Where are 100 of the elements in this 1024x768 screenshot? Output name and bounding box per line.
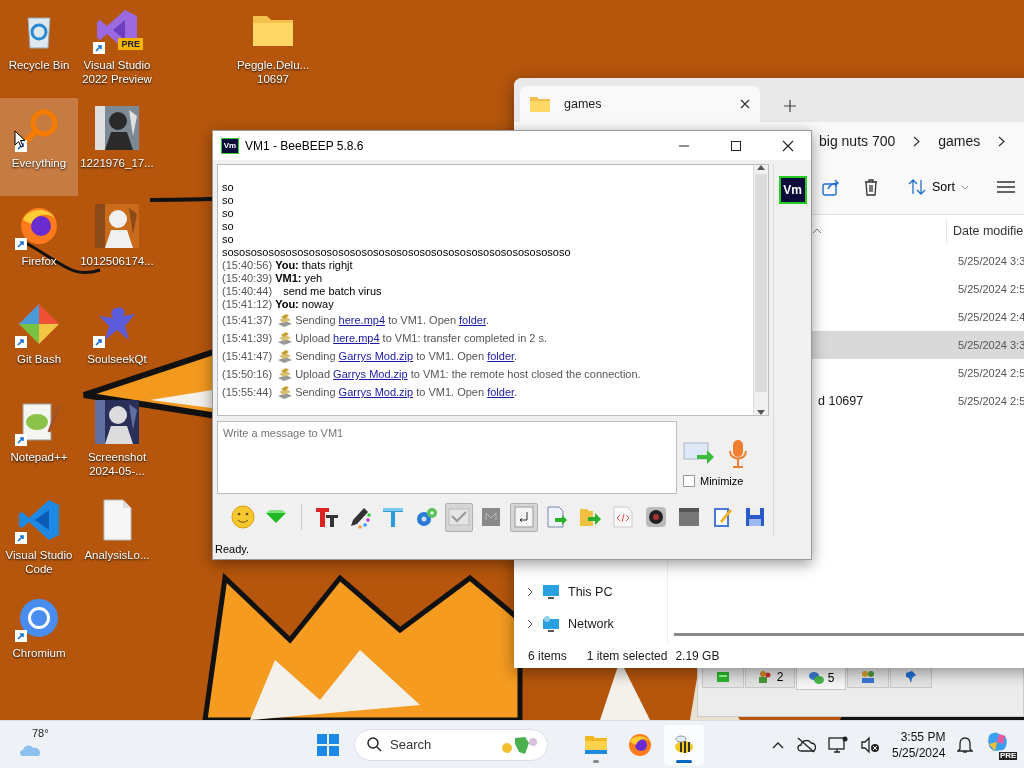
- file-row[interactable]: 5/25/2024 3:3: [812, 331, 1024, 359]
- file-link[interactable]: folder: [487, 386, 515, 398]
- file-row[interactable]: 5/25/2024 3:3: [812, 247, 1024, 275]
- speaker-muted-icon[interactable]: [860, 735, 880, 754]
- chat-text: so: [222, 207, 235, 220]
- date-cell: 5/25/2024 2:5: [958, 367, 1024, 379]
- chat-text: so: [222, 220, 235, 233]
- file-row[interactable]: 5/25/2024 2:5: [812, 275, 1024, 303]
- timestamp: (15:41:47): [222, 349, 273, 364]
- window-icon: [677, 505, 702, 529]
- panel-tab[interactable]: [890, 666, 932, 688]
- message-field[interactable]: Write a message to VM1: [217, 421, 677, 494]
- badge-label: PRE: [118, 38, 143, 50]
- timestamp: (15:41:12): [222, 298, 273, 310]
- system-message: Sending here.mp4 to VM1. Open folder.: [295, 313, 490, 328]
- scrollbar[interactable]: [753, 165, 768, 415]
- maximize-icon: [730, 139, 742, 152]
- chat-text: so: [222, 181, 235, 194]
- microphone-icon[interactable]: [727, 439, 749, 469]
- file-stack-icon: [276, 348, 293, 364]
- copilot-button[interactable]: PRE: [985, 729, 1018, 760]
- file-row[interactable]: 5/25/2024 2:5: [812, 359, 1024, 387]
- caret-icon: [960, 184, 969, 190]
- desktop-item[interactable]: 1012506174...: [78, 196, 156, 294]
- scroll-up-icon: [757, 165, 765, 170]
- sort-button[interactable]: Sort: [902, 177, 975, 197]
- scroll-down-icon: [757, 410, 765, 415]
- weather-widget[interactable]: 78°: [18, 726, 58, 763]
- share-icon[interactable]: [822, 178, 840, 196]
- status-text: 2.19 GB: [675, 649, 720, 663]
- desktop-item[interactable]: Peggle.Delu... 10697: [234, 0, 312, 98]
- chat-text: send me batch virus: [283, 285, 382, 297]
- nav-item[interactable]: Network: [514, 608, 667, 640]
- file-link[interactable]: folder: [487, 350, 515, 362]
- camera-icon: [644, 505, 669, 529]
- nav-item[interactable]: This PC: [514, 576, 667, 608]
- file-stack-icon: [276, 366, 293, 382]
- status-text: Ready.: [215, 543, 250, 555]
- file-link[interactable]: Garrys Mod.zip: [333, 368, 408, 380]
- file-stack-icon: [276, 330, 293, 346]
- desktop-item[interactable]: Chromium: [0, 588, 78, 686]
- chevron-up-icon[interactable]: [772, 740, 784, 749]
- file-name: d 10697: [818, 394, 865, 408]
- badge-label: PRE: [998, 751, 1018, 760]
- document-arrow-icon: [545, 505, 570, 529]
- desktop-item[interactable]: Git Bash: [0, 294, 78, 392]
- column-header[interactable]: Date modifie: [946, 219, 1024, 243]
- new-tab-icon[interactable]: [784, 100, 796, 112]
- folder-icon: [530, 96, 550, 112]
- clock[interactable]: 3:55 PM 5/25/2024: [892, 728, 946, 761]
- scrollbar[interactable]: [674, 633, 1024, 636]
- close-icon: [782, 139, 794, 152]
- delete-icon[interactable]: [862, 178, 880, 196]
- timestamp: (15:41:39): [222, 331, 273, 346]
- taskbar-app[interactable]: [664, 724, 704, 765]
- cloud-off-icon[interactable]: [796, 736, 816, 753]
- desktop-item[interactable]: Recycle Bin: [0, 0, 78, 98]
- file-link[interactable]: Garrys Mod.zip: [338, 386, 414, 398]
- diamond-icon: [17, 302, 61, 346]
- desktop-item[interactable]: PRE Visual Studio 2022 Preview: [78, 0, 156, 98]
- panel-tab[interactable]: [702, 666, 744, 688]
- users-icon: [756, 669, 773, 685]
- font-icon: [314, 505, 339, 529]
- home-icon: [715, 669, 731, 685]
- desktop-item[interactable]: SoulseekQt: [78, 294, 156, 392]
- close-icon: [740, 99, 750, 109]
- explorer-tab[interactable]: games: [520, 86, 760, 122]
- bell-icon[interactable]: [957, 735, 974, 754]
- desktop-item[interactable]: Visual Studio Code: [0, 490, 78, 588]
- desktop-item[interactable]: Screenshot 2024-05-...: [78, 392, 156, 490]
- group-icon: [860, 669, 876, 685]
- chat-text: thats righjt: [300, 259, 353, 271]
- monitor-icon[interactable]: [828, 735, 848, 754]
- search-field[interactable]: Search: [354, 728, 548, 761]
- panel-tab[interactable]: [847, 666, 889, 688]
- timestamp: (15:41:37): [222, 313, 273, 328]
- file-link[interactable]: Garrys Mod.zip: [338, 350, 414, 362]
- breadcrumb-item[interactable]: games: [938, 133, 981, 149]
- checkbox[interactable]: [683, 475, 695, 487]
- chat-text: yeh: [303, 272, 323, 284]
- desktop-item[interactable]: Notepad++: [0, 392, 78, 490]
- chevron-icon: [998, 135, 1006, 147]
- desktop-item[interactable]: AnalysisLo...: [78, 490, 156, 588]
- desktop-item[interactable]: Firefox: [0, 196, 78, 294]
- file-link[interactable]: here.mp4: [333, 332, 380, 344]
- system-message: Sending Garrys Mod.zip to VM1. Open folder.: [295, 349, 518, 364]
- bird-icon: [903, 669, 919, 685]
- breadcrumb-item[interactable]: big nuts 700: [819, 133, 896, 149]
- network-icon: [542, 615, 560, 633]
- user-avatar[interactable]: Vm: [778, 176, 807, 204]
- desktop-item[interactable]: 1221976_17...: [78, 98, 156, 196]
- file-row[interactable]: d 10697 5/25/2024 2:5: [812, 387, 1024, 415]
- windows-logo-icon: [317, 733, 339, 756]
- file-link[interactable]: here.mp4: [338, 314, 386, 326]
- file-link[interactable]: folder: [459, 314, 486, 326]
- send-icon[interactable]: [683, 441, 715, 467]
- search-icon: [367, 737, 382, 752]
- panel-tab[interactable]: 5: [796, 666, 846, 690]
- menu-icon[interactable]: [996, 180, 1015, 194]
- panel-tab[interactable]: 2: [745, 666, 795, 688]
